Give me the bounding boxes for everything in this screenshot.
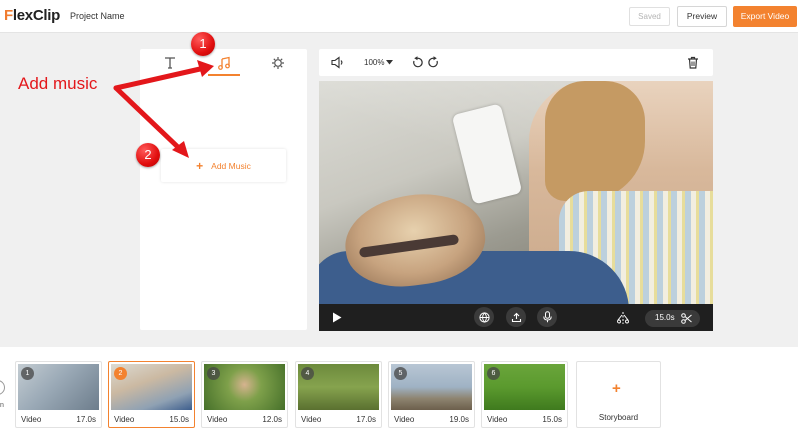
clip-number: 4 [301, 367, 314, 380]
timeline-clip-1[interactable]: 1 Video 17.0s [15, 361, 102, 428]
timeline-clip-3[interactable]: 3 Video 12.0s [201, 361, 288, 428]
timeline-clip-6[interactable]: 6 Video 15.0s [481, 361, 568, 428]
clip-number: 1 [21, 367, 34, 380]
clip-type: Video [207, 415, 228, 424]
storyboard-button[interactable]: + Storyboard [576, 361, 661, 428]
clip-type: Video [487, 415, 508, 424]
step-badge-2: 2 [136, 143, 160, 167]
clip-type: Video [394, 415, 415, 424]
clip-duration: 17.0s [356, 415, 376, 424]
clip-type: Video [21, 415, 42, 424]
timeline-edge-label: n [0, 402, 4, 409]
clip-duration: 15.0s [169, 415, 189, 424]
clip-number: 5 [394, 367, 407, 380]
step-badge-1: 1 [191, 32, 215, 56]
clip-number: 2 [114, 367, 127, 380]
clip-duration: 19.0s [449, 415, 469, 424]
clip-duration: 15.0s [542, 415, 562, 424]
clip-duration: 12.0s [262, 415, 282, 424]
timeline-clip-5[interactable]: 5 Video 19.0s [388, 361, 475, 428]
clip-number: 6 [487, 367, 500, 380]
clip-duration: 17.0s [76, 415, 96, 424]
plus-icon: + [612, 380, 621, 397]
timeline-clip-4[interactable]: 4 Video 17.0s [295, 361, 382, 428]
storyboard-label: Storyboard [598, 413, 639, 422]
clip-type: Video [114, 415, 135, 424]
timeline-clip-2[interactable]: 2 Video 15.0s [108, 361, 195, 428]
clip-type: Video [301, 415, 322, 424]
add-music-callout: Add music [18, 74, 98, 93]
clip-number: 3 [207, 367, 220, 380]
